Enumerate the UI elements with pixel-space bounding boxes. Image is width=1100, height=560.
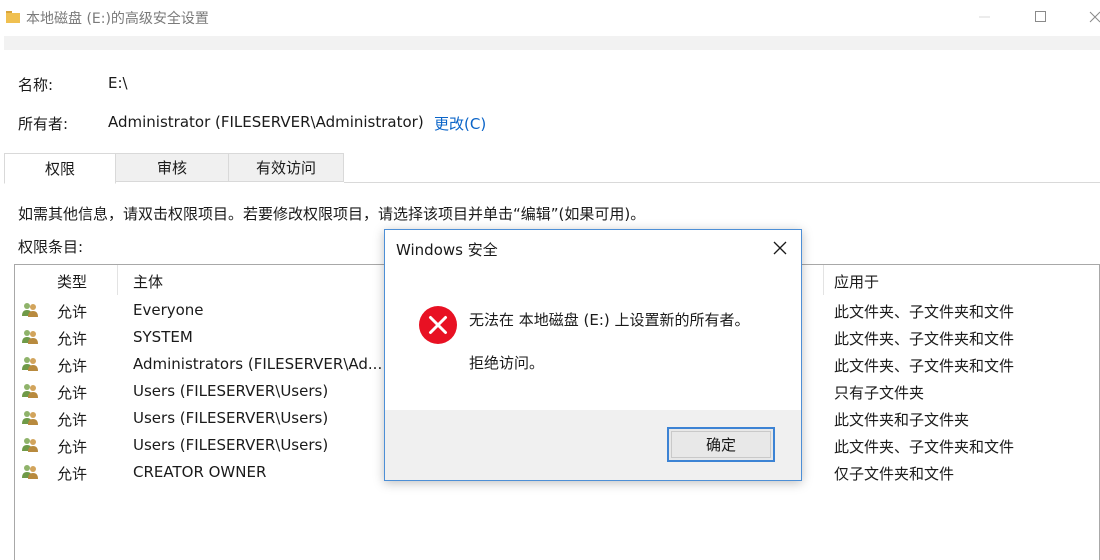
ok-button-label: 确定 — [705, 436, 736, 454]
cell-applies-to: 仅子文件夹和文件 — [834, 465, 955, 483]
owner-value: Administrator (FILESERVER\Administrator) — [108, 113, 424, 131]
cell-principal: Everyone — [133, 301, 204, 319]
ok-button[interactable]: 确定 — [667, 427, 775, 462]
column-separator[interactable] — [117, 265, 118, 295]
cell-applies-to: 此文件夹、子文件夹和文件 — [834, 303, 1015, 321]
cell-applies-to: 此文件夹和子文件夹 — [834, 411, 970, 429]
cell-applies-to: 此文件夹、子文件夹和文件 — [834, 438, 1015, 456]
column-header-principal[interactable]: 主体 — [133, 271, 163, 292]
users-icon — [21, 329, 39, 345]
cell-type: 允许 — [57, 357, 88, 375]
cell-type: 允许 — [57, 303, 88, 321]
name-value: E:\ — [108, 74, 128, 92]
permission-entries-label: 权限条目: — [18, 238, 84, 256]
error-dialog: Windows 安全 无法在 本地磁盘 (E:) 上设置新的所有者。 拒绝访问。… — [384, 229, 802, 481]
cell-principal: CREATOR OWNER — [133, 463, 267, 481]
cell-applies-to: 只有子文件夹 — [834, 384, 925, 402]
owner-label: 所有者: — [18, 115, 69, 133]
cell-principal: Users (FILESERVER\Users) — [133, 382, 329, 400]
dialog-title: Windows 安全 — [396, 241, 498, 259]
title-divider — [4, 36, 1100, 50]
users-icon — [21, 302, 39, 318]
users-icon — [21, 383, 39, 399]
column-header-type[interactable]: 类型 — [57, 271, 87, 292]
column-separator[interactable] — [823, 265, 824, 295]
maximize-button[interactable] — [1018, 0, 1064, 34]
users-icon — [21, 464, 39, 480]
cell-type: 允许 — [57, 384, 88, 402]
maximize-icon — [1035, 11, 1046, 22]
cell-principal: Users (FILESERVER\Users) — [133, 409, 329, 427]
tab-permissions[interactable]: 权限 — [4, 153, 116, 184]
cell-principal: Users (FILESERVER\Users) — [133, 436, 329, 454]
window-title: 本地磁盘 (E:)的高级安全设置 — [26, 11, 209, 27]
cell-type: 允许 — [57, 330, 88, 348]
minimize-icon — [979, 16, 990, 18]
error-icon — [419, 306, 457, 344]
tab-effective-access[interactable]: 有效访问 — [228, 153, 344, 182]
cell-type: 允许 — [57, 465, 88, 483]
close-icon — [773, 241, 787, 255]
tab-divider — [344, 182, 1100, 183]
name-label: 名称: — [18, 76, 54, 94]
dialog-close-button[interactable] — [765, 236, 795, 260]
cell-applies-to: 此文件夹、子文件夹和文件 — [834, 330, 1015, 348]
info-text: 如需其他信息，请双击权限项目。若要修改权限项目，请选择该项目并单击“编辑”(如果… — [18, 205, 646, 223]
folder-icon — [6, 11, 20, 23]
change-owner-link[interactable]: 更改(C) — [434, 113, 486, 134]
close-icon — [1089, 11, 1100, 23]
users-icon — [21, 437, 39, 453]
tab-auditing[interactable]: 审核 — [115, 153, 229, 182]
title-bar: 本地磁盘 (E:)的高级安全设置 — [0, 0, 1100, 36]
cell-applies-to: 此文件夹、子文件夹和文件 — [834, 357, 1015, 375]
dialog-message: 无法在 本地磁盘 (E:) 上设置新的所有者。 — [469, 311, 750, 329]
users-icon — [21, 410, 39, 426]
cell-principal: SYSTEM — [133, 328, 193, 346]
close-window-button[interactable] — [1072, 0, 1100, 34]
minimize-button[interactable] — [962, 0, 1008, 34]
column-header-applies-to[interactable]: 应用于 — [834, 271, 879, 292]
cell-type: 允许 — [57, 411, 88, 429]
cell-type: 允许 — [57, 438, 88, 456]
cell-principal: Administrators (FILESERVER\Ad... — [133, 355, 383, 373]
dialog-sub-message: 拒绝访问。 — [469, 354, 545, 372]
users-icon — [21, 356, 39, 372]
